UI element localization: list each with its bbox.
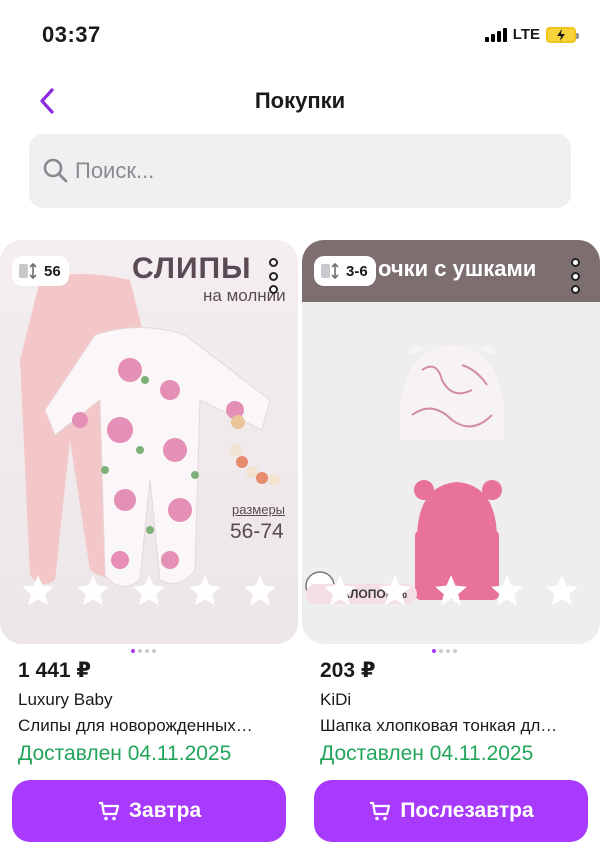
buy-button-label: Завтра (128, 799, 202, 822)
size-badge: 3-6 (314, 256, 376, 286)
dot-icon (570, 258, 580, 267)
search-input[interactable] (75, 158, 555, 184)
size-badge-label: 56 (44, 262, 61, 280)
star-icon[interactable] (376, 572, 414, 610)
more-options-button[interactable] (268, 258, 278, 294)
signal-icon (484, 27, 507, 42)
status-bar: 03:37 LTE (0, 0, 600, 70)
image-caption-title: очки с ушками (378, 256, 537, 281)
image-size-range: 56-74 (230, 520, 284, 543)
product-image[interactable]: очки с ушками ХЛОПОК % 3-6 (302, 240, 600, 644)
size-icon (321, 262, 339, 280)
star-icon[interactable] (488, 572, 526, 610)
delivery-status: Доставлен 04.11.2025 (18, 742, 232, 765)
star-icon[interactable] (74, 572, 112, 610)
size-badge-label: 3-6 (346, 262, 368, 280)
buy-again-button[interactable]: Завтра (12, 780, 286, 842)
star-icon[interactable] (321, 572, 359, 610)
battery-charging-icon (546, 26, 579, 43)
product-card[interactable]: очки с ушками ХЛОПОК % 3-6 203 ₽ KiDi Ша… (302, 240, 600, 842)
size-badge: 56 (12, 256, 69, 286)
buy-button-label: Послезавтра (400, 799, 534, 822)
rating-stars (302, 572, 600, 616)
star-icon[interactable] (19, 572, 57, 610)
star-icon[interactable] (543, 572, 581, 610)
product-price: 203 ₽ (320, 659, 376, 682)
product-title: Шапка хлопковая тонкая дл… (320, 716, 558, 735)
dot-icon (268, 271, 278, 281)
size-icon (19, 262, 37, 280)
star-icon[interactable] (241, 572, 279, 610)
cart-icon (370, 801, 391, 821)
header: Покупки (0, 78, 600, 124)
page-title: Покупки (254, 88, 346, 113)
search-icon (43, 158, 68, 183)
product-image[interactable]: СЛИПЫ на молнии размеры 56-74 56 (0, 240, 298, 644)
status-time: 03:37 (42, 22, 101, 47)
gallery-dots (432, 649, 457, 653)
dot-icon (268, 258, 278, 267)
product-price: 1 441 ₽ (18, 659, 91, 682)
star-icon[interactable] (432, 572, 470, 610)
dot-icon (570, 271, 580, 281)
network-label: LTE (512, 26, 540, 43)
delivery-status: Доставлен 04.11.2025 (320, 742, 534, 765)
status-indicators: LTE (484, 26, 579, 43)
dot-icon (268, 285, 278, 294)
dot-icon (570, 285, 580, 294)
star-icon[interactable] (186, 572, 224, 610)
image-size-label: размеры (232, 502, 286, 517)
buy-again-button[interactable]: Послезавтра (314, 780, 588, 842)
more-options-button[interactable] (570, 258, 580, 294)
star-icon[interactable] (130, 572, 168, 610)
product-brand: KiDi (320, 690, 352, 709)
rating-stars (0, 572, 298, 616)
product-brand: Luxury Baby (18, 690, 113, 709)
product-card[interactable]: СЛИПЫ на молнии размеры 56-74 56 1 441 ₽… (0, 240, 298, 842)
product-title: Слипы для новорожденных… (18, 716, 253, 735)
image-caption-title: СЛИПЫ (132, 252, 252, 285)
cart-icon (98, 801, 119, 821)
search-bar[interactable] (29, 134, 571, 208)
gallery-dots (131, 649, 156, 653)
